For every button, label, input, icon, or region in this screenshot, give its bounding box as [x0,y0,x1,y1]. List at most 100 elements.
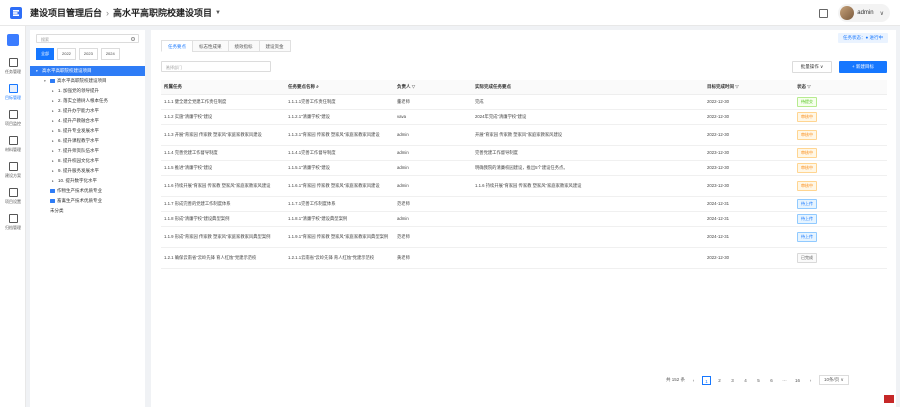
prev-page-button[interactable]: ‹ [689,376,698,385]
tree-node-label: 5. 提升专业发展水平 [58,128,100,133]
table-row[interactable]: 1.1.5 推进"清廉学校"建设 1.1.5.1"清廉学校"建设 admin 明确我院… [161,160,887,176]
status-badge[interactable]: 审核中 [797,180,817,191]
status-badge[interactable]: 审核中 [797,129,817,140]
window-icon[interactable] [819,8,829,18]
tree-node[interactable]: ▸ 4. 提升产教融合水平 [30,116,145,126]
cell-owner: 范老师 [394,196,472,212]
caret-down-icon[interactable]: ▼ [215,10,221,16]
tree-node[interactable]: ▾ 高水平高职院校建设项目 [30,76,145,86]
page-button[interactable]: 16 [793,376,802,385]
year-2023[interactable]: 2023 [78,48,98,60]
table-row[interactable]: 1.2.1 确保云南省"云岭先锋 育人红烛"党建示范校 1.2.1.1云南省"云岭… [161,247,887,269]
tree-node[interactable]: 作物生产技术优质专业 [30,186,145,196]
folder-icon [50,199,55,203]
table-row[interactable]: 1.1.6 持续开展"育家园 传家教 塑家风"家庭家教家风建设 1.1.6.1"育… [161,175,887,197]
tree-node[interactable]: ▸ 5. 提升专业发展水平 [30,126,145,136]
status-badge[interactable]: 待上传 [797,213,817,224]
corner-badge [884,395,894,403]
tree-node[interactable]: ▸ 1. 加强党的领导提升 [30,86,145,96]
table-row[interactable]: 1.1.1 健全建全党建工作责任制度 1.1.1.1完善工作责任制度 董老师 完成 20… [161,94,887,110]
table-row[interactable]: 1.1.9 形成"育家园 传家教 塑家风"家庭家教家风典型案例 1.1.9.1"育… [161,226,887,248]
cell-task: 1.1.6 持续开展"育家园 传家教 塑家风"家庭家教家风建设 [161,175,285,197]
table-row[interactable]: 1.1.8 形成"清廉学校"建设典型案例 1.1.8.1"清廉学校"建设典型案例 a… [161,211,887,227]
page-button[interactable]: ··· [780,376,789,385]
status-badge[interactable]: 已完成 [797,252,817,263]
cell-due: 2024-12-31 [704,226,794,248]
tab-results[interactable]: 标志性成果 [192,40,228,52]
table-row[interactable]: 1.1.2 实施"清廉学校"建设 1.1.2.1"清廉学校"建设 vava 2024年… [161,109,887,125]
col-due[interactable]: 目标完成时间 ▽ [704,80,794,95]
app-logo-icon [10,6,22,19]
status-badge[interactable]: 待上传 [797,198,817,209]
project-selector[interactable]: 高水平高职院校建设项目 [113,6,212,19]
status-badge[interactable]: 审核中 [797,147,817,158]
page-size-select[interactable]: 10条/页 ∨ [819,375,849,385]
page-button[interactable]: 3 [728,376,737,385]
tree-node[interactable]: ▸ 8. 提升校园文化水平 [30,156,145,166]
status-badge[interactable]: 审核中 [797,111,817,122]
rail-item-plan[interactable]: 建设方案 [0,162,26,179]
status-badge[interactable]: 待上传 [797,231,817,242]
col-status[interactable]: 状态 ▽ [794,80,887,95]
user-menu[interactable]: admin ∨ [838,4,890,22]
tab-kpi[interactable]: 绩效指标 [227,40,259,52]
cell-due: 2023-12-30 [704,175,794,197]
tree-node[interactable]: ▾ 高水平高职院校建设项目 [30,66,145,76]
col-point[interactable]: 任务要点名称 ⌕ [285,80,394,95]
app-title: 建设项目管理后台 [30,8,103,18]
rail-item-archive[interactable]: 归档管理 [0,214,26,231]
home-icon[interactable] [7,34,19,46]
tab-funding[interactable]: 建设资金 [258,40,291,52]
cell-actual: 完成 [472,94,704,110]
year-all[interactable]: 全部 [36,48,54,60]
new-goal-button[interactable]: + 新建目标 [839,61,887,73]
page-button[interactable]: 5 [754,376,763,385]
tree-node-label: 4. 提升产教融合水平 [58,118,100,123]
page-button[interactable]: 4 [741,376,750,385]
tree-node-label: 作物生产技术优质专业 [57,188,102,193]
cell-actual [472,247,704,269]
tree-node[interactable]: 未分类 [30,206,145,216]
tree-node[interactable]: ▸ 7. 提升师资队伍水平 [30,146,145,156]
table-row[interactable]: 1.1.4 完善党建工作督导制度 1.1.4.1完善工作督导制度 admin 完善党建… [161,145,887,161]
tree-node-label: 1. 加强党的领导提升 [58,88,100,93]
tree-node[interactable]: ▸ 3. 提升办学能力水平 [30,106,145,116]
cell-actual: 开展"育家园 传家教 塑家风"家庭家教家风建设 [472,124,704,146]
cell-owner: vava [394,109,472,125]
cell-owner: admin [394,175,472,197]
cell-status: 待上传 [794,196,887,212]
cell-point: 1.1.7.1完善工作制度体系 [285,196,394,212]
cell-status: 待上传 [794,211,887,227]
tree-node[interactable]: 畜禽生产技术优质专业 [30,196,145,206]
tree-node[interactable]: ▸ 9. 提升服务发展水平 [30,166,145,176]
status-badge[interactable]: 审核中 [797,162,817,173]
tree-node[interactable]: ▸ 2. 落实立德树人根本任务 [30,96,145,106]
main-panel: 任务要点 标志性成果 绩效指标 建设资金 任务状态：● 进行中 选择部门 ∨ 批… [151,30,896,407]
col-owner[interactable]: 负责人 ▽ [394,80,472,95]
tab-task-points[interactable]: 任务要点 [161,40,192,52]
rail-item-goals[interactable]: 目标管理 [0,84,26,101]
rail-item-monitor[interactable]: 项目监控 [0,110,26,127]
rail-item-settings[interactable]: 项目设置 [0,188,26,205]
rail-item-tasks[interactable]: 任务管理 [0,58,26,75]
tree-search-input[interactable]: 搜索 [36,34,139,43]
batch-actions-button[interactable]: 批量操作 ∨ [792,61,832,73]
next-page-button[interactable]: › [806,376,815,385]
tree-node[interactable]: ▸ 10. 提升数字化水平 [30,176,145,186]
task-table: 所属任务 任务要点名称 ⌕ 负责人 ▽ 实际完成任务要点 目标完成时间 ▽ 状态… [161,80,887,269]
page-button[interactable]: 6 [767,376,776,385]
table-row[interactable]: 1.1.7 形成完善的党建工作制度体系 1.1.7.1完善工作制度体系 范老师 202… [161,196,887,212]
department-select[interactable]: 选择部门 ∨ [161,61,271,72]
target-icon [8,84,18,93]
page-button[interactable]: 1 [702,375,712,385]
cell-point: 1.1.2.1"清廉学校"建设 [285,109,394,125]
tab-bar: 任务要点 标志性成果 绩效指标 建设资金 [161,40,291,52]
page-button[interactable]: 2 [715,376,724,385]
cell-owner: admin [394,160,472,176]
tree-node[interactable]: ▸ 6. 提升课程教学水平 [30,136,145,146]
table-row[interactable]: 1.1.3 开展"育家园 传家教 塑家风"家庭家教家风建设 1.1.3.1"育家园… [161,124,887,146]
year-2024[interactable]: 2024 [100,48,120,60]
year-2022[interactable]: 2022 [57,48,76,60]
status-badge[interactable]: 待提交 [797,96,817,107]
rail-item-materials[interactable]: 材料管理 [0,136,26,153]
